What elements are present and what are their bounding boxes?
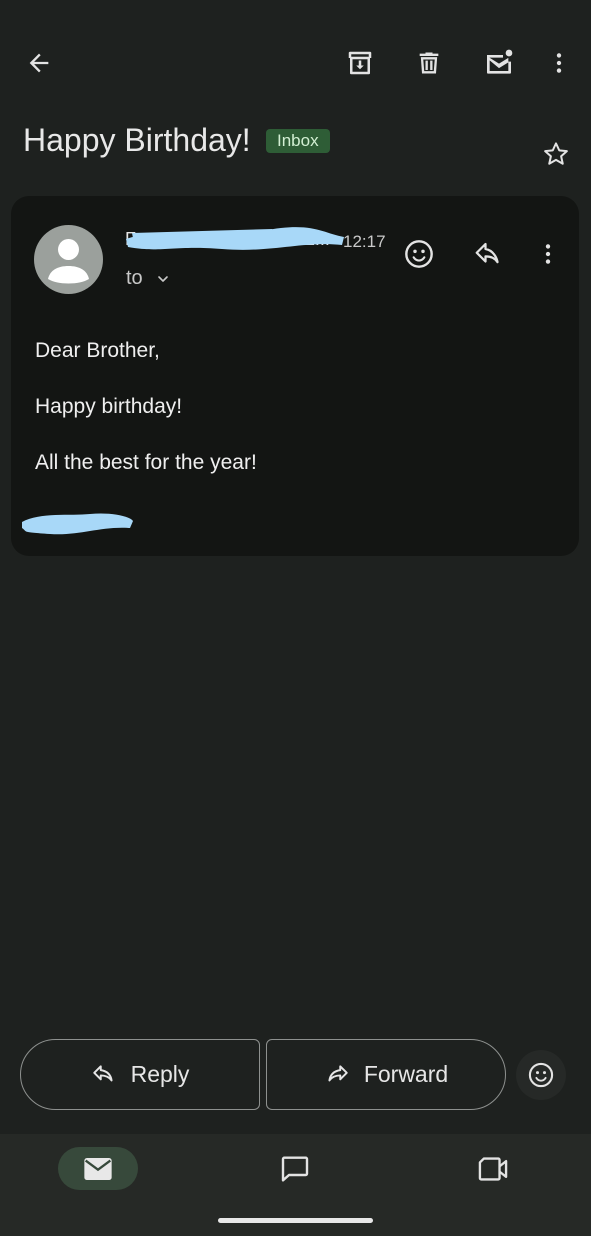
email-subject: Happy Birthday!: [23, 122, 251, 158]
forward-icon: [328, 1064, 348, 1081]
emoji-icon: [405, 240, 433, 268]
email-body-greeting: Dear Brother,: [35, 339, 160, 362]
delete-button[interactable]: [408, 42, 450, 84]
nav-chat-tab[interactable]: [272, 1148, 318, 1190]
star-button[interactable]: [535, 133, 577, 175]
more-options-button[interactable]: [538, 42, 580, 84]
more-vert-icon: [545, 244, 551, 264]
meet-video-icon: [478, 1157, 508, 1181]
recipient-details-toggle[interactable]: to: [126, 267, 171, 290]
sender-redaction-scribble: [126, 227, 344, 250]
reply-icon: [475, 242, 499, 264]
forward-button[interactable]: Forward: [266, 1039, 506, 1110]
forward-button-label: Forward: [363, 1061, 449, 1087]
inbox-label-chip[interactable]: Inbox: [266, 129, 330, 153]
back-button[interactable]: [18, 42, 60, 84]
email-body-line: All the best for the year!: [35, 451, 257, 474]
star-icon: [544, 142, 568, 165]
signature-redaction-scribble: [22, 513, 133, 535]
message-more-button[interactable]: [527, 232, 569, 276]
reply-button-label: Reply: [130, 1061, 190, 1087]
mark-unread-icon: [487, 49, 513, 74]
archive-button[interactable]: [339, 42, 381, 84]
chat-icon: [281, 1156, 309, 1182]
gesture-home-bar[interactable]: [218, 1218, 373, 1223]
to-label: to: [126, 267, 143, 289]
arrow-left-icon: [29, 53, 49, 73]
trash-icon: [419, 52, 439, 74]
emoji-reaction-button[interactable]: [516, 1050, 566, 1100]
nav-meet-tab[interactable]: [470, 1148, 516, 1190]
email-time: 12:17: [343, 232, 386, 251]
archive-icon: [348, 51, 372, 75]
reply-icon: [92, 1064, 113, 1081]
email-body-line: Happy birthday!: [35, 395, 183, 418]
reply-button[interactable]: Reply: [20, 1039, 260, 1110]
person-icon: [48, 239, 89, 284]
sender-avatar[interactable]: [34, 225, 103, 294]
mark-unread-button[interactable]: [478, 42, 520, 84]
nav-mail-tab[interactable]: [58, 1147, 138, 1190]
more-vert-icon: [556, 53, 562, 73]
add-reaction-button[interactable]: [397, 232, 441, 276]
chevron-down-icon: [157, 275, 168, 282]
emoji-icon: [528, 1062, 554, 1088]
mail-icon: [84, 1157, 112, 1180]
reply-icon-button[interactable]: [466, 232, 510, 276]
